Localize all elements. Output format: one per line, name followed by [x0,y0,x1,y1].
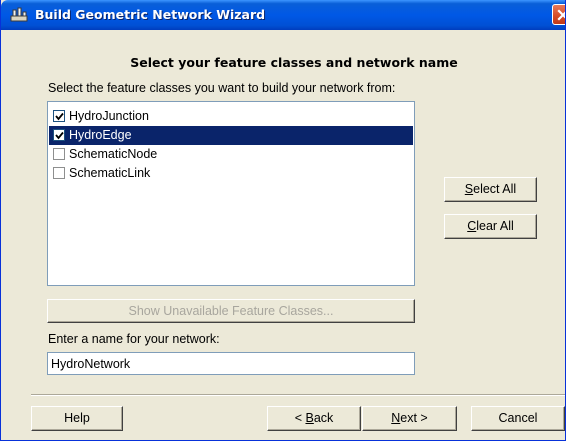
checkmark-icon [55,131,64,140]
wizard-dialog: Build Geometric Network Wizard Select yo… [0,0,566,441]
next-button[interactable]: Next > [362,406,457,431]
list-item-schematicnode[interactable]: SchematicNode [49,145,413,164]
network-wizard-icon [10,7,28,23]
close-icon [557,9,565,21]
select-all-button[interactable]: Select All [444,177,537,202]
close-button[interactable] [552,4,565,25]
list-item-hydroedge[interactable]: HydroEdge [49,126,413,145]
list-instruction-label: Select the feature classes you want to b… [48,81,396,95]
network-name-label: Enter a name for your network: [48,332,220,346]
window-title: Build Geometric Network Wizard [35,7,266,22]
list-item-label: HydroEdge [69,128,132,142]
checkbox-schematiclink[interactable] [53,167,65,179]
network-name-field[interactable] [47,352,415,375]
network-name-input[interactable] [48,353,414,374]
page-heading: Select your feature classes and network … [130,55,458,70]
title-bar[interactable]: Build Geometric Network Wizard [1,0,565,30]
cancel-button[interactable]: Cancel [471,406,565,431]
checkbox-hydroedge[interactable] [53,129,65,141]
list-item-schematiclink[interactable]: SchematicLink [49,164,413,183]
checkbox-schematicnode[interactable] [53,148,65,160]
list-item-label: SchematicLink [69,166,151,180]
list-item-label: HydroJunction [69,109,149,123]
checkmark-icon [55,112,64,121]
feature-class-list[interactable]: HydroJunction HydroEdge SchematicNode Sc… [47,101,415,286]
back-button[interactable]: < Back [267,406,361,431]
separator [31,394,565,396]
list-item-label: SchematicNode [69,147,158,161]
clear-all-button[interactable]: Clear All [444,214,537,239]
list-item-hydrojunction[interactable]: HydroJunction [49,107,413,126]
help-button[interactable]: Help [31,406,123,431]
checkbox-hydrojunction[interactable] [53,110,65,122]
show-unavailable-button: Show Unavailable Feature Classes... [47,299,415,323]
